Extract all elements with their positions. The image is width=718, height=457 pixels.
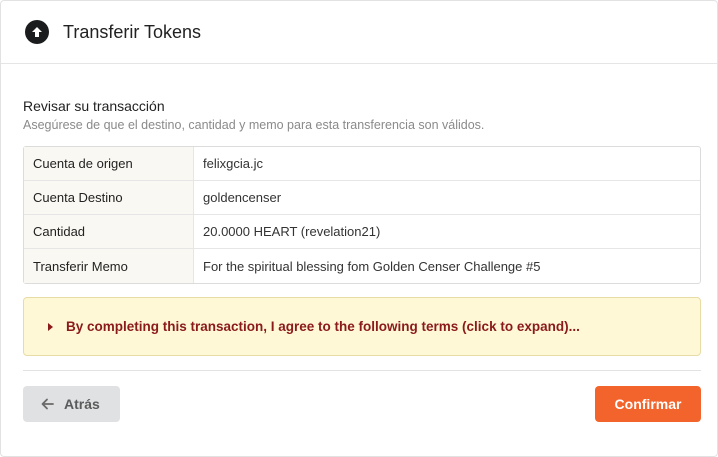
caret-right-icon — [48, 322, 53, 331]
memo-label: Transferir Memo — [24, 249, 194, 283]
review-subtitle: Asegúrese de que el destino, cantidad y … — [23, 118, 485, 132]
confirm-label: Confirmar — [614, 396, 682, 412]
arrow-up-circle-icon — [25, 20, 49, 44]
transfer-modal: Transferir Tokens Revisar su transacción… — [0, 0, 718, 457]
table-row: Cuenta Destino goldencenser — [24, 181, 700, 215]
origin-account-value: felixgcia.jc — [194, 147, 700, 181]
destination-account-label: Cuenta Destino — [24, 181, 194, 215]
table-row: Cantidad 20.0000 HEART (revelation21) — [24, 215, 700, 249]
divider — [23, 370, 701, 371]
table-row: Cuenta de origen felixgcia.jc — [24, 147, 700, 181]
back-button[interactable]: Atrás — [23, 386, 120, 422]
amount-value: 20.0000 HEART (revelation21) — [194, 215, 700, 249]
arrow-left-icon — [41, 398, 54, 410]
amount-label: Cantidad — [24, 215, 194, 249]
table-row: Transferir Memo For the spiritual blessi… — [24, 249, 700, 283]
terms-expander[interactable]: By completing this transaction, I agree … — [23, 297, 701, 356]
review-title: Revisar su transacción — [23, 98, 165, 114]
modal-title: Transferir Tokens — [63, 21, 202, 42]
back-label: Atrás — [64, 396, 100, 412]
transaction-table: Cuenta de origen felixgcia.jc Cuenta Des… — [23, 146, 701, 284]
memo-value: For the spiritual blessing fom Golden Ce… — [203, 258, 541, 274]
destination-account-value: goldencenser — [194, 181, 700, 215]
confirm-button[interactable]: Confirmar — [595, 386, 701, 422]
modal-header: Transferir Tokens — [1, 1, 717, 64]
terms-text: By completing this transaction, I agree … — [66, 319, 580, 334]
origin-account-label: Cuenta de origen — [24, 147, 194, 181]
